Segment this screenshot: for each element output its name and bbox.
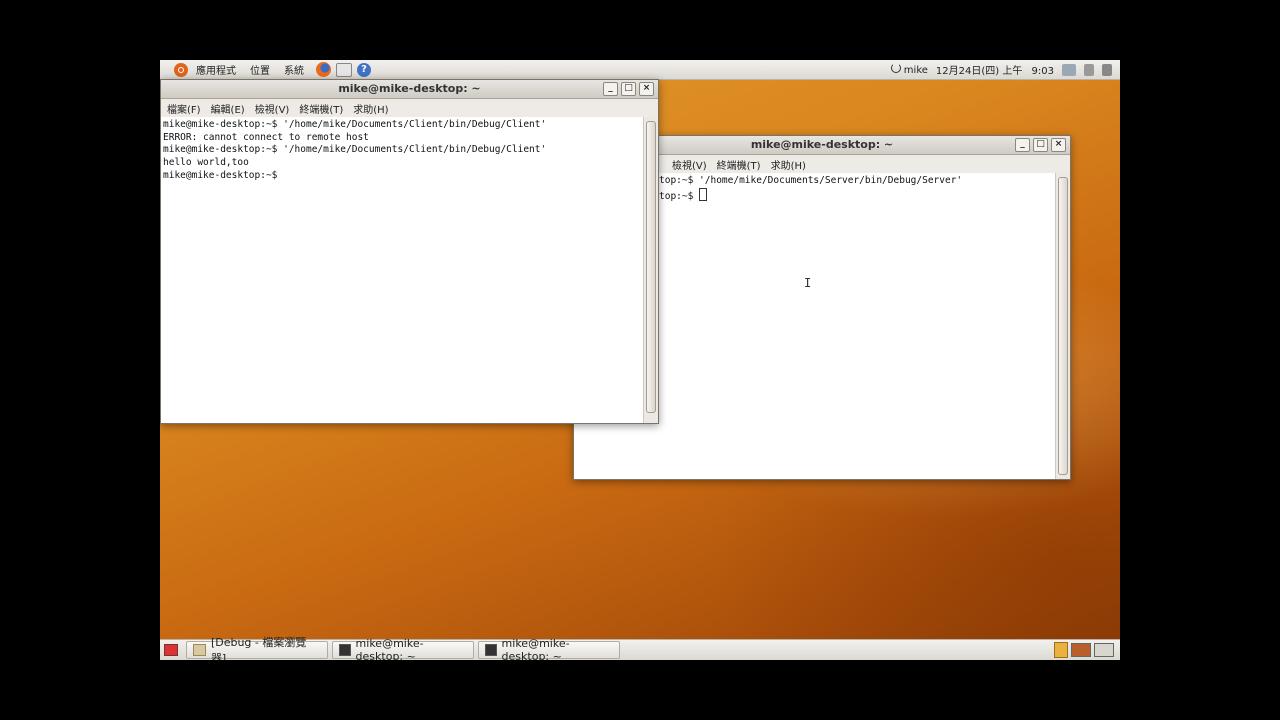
ubuntu-logo-icon[interactable] [174,62,188,77]
workspace-1[interactable] [1071,643,1091,657]
trash-icon[interactable] [1054,642,1068,658]
places-menu[interactable]: 位置 [244,62,276,77]
menu-file[interactable]: 檔案(F) [167,101,201,116]
clock[interactable]: 12月24日(四) 上午 9:03 [936,62,1054,77]
bottom-panel: [Debug - 檔案瀏覽器] mike@mike-desktop: ~ mik… [160,636,1120,660]
client-window-title: mike@mike-desktop: ~ [338,82,481,95]
help-icon[interactable]: ? [357,62,371,77]
server-scrollbar[interactable] [1055,173,1070,479]
folder-icon [193,644,206,656]
clock-time: 9:03 [1031,66,1054,77]
menu-help[interactable]: 求助(H) [771,157,806,172]
terminal-cursor [699,187,708,201]
menu-terminal[interactable]: 終端機(T) [299,101,343,116]
maximize-button[interactable]: □ [1033,138,1048,152]
terminal-line: mike@mike-desktop:~$ '/home/mike/Documen… [163,119,547,130]
terminal-icon [485,644,497,656]
desktop: 應用程式 位置 系統 ? mike 12月24日(四) 上午 9:03 mike… [160,60,1120,660]
terminal-line: mike@mike-desktop:~$ [163,169,278,181]
close-button[interactable]: × [1051,138,1066,152]
power-tray-icon[interactable] [1102,63,1112,76]
client-terminal-window[interactable]: mike@mike-desktop: ~ _ □ × 檔案(F) 編輯(E) 檢… [160,79,659,424]
terminal-line: ERROR: cannot connect to remote host [163,131,369,143]
menu-help[interactable]: 求助(H) [353,101,388,116]
power-icon [890,63,901,73]
menu-view[interactable]: 檢視(V) [255,101,290,116]
network-icon[interactable] [1062,63,1076,76]
close-button[interactable]: × [639,82,654,96]
terminal-line: hello world,too [163,157,249,169]
taskbar-item-file-browser[interactable]: [Debug - 檔案瀏覽器] [186,636,328,660]
scrollbar-thumb[interactable] [646,121,656,413]
applications-menu[interactable]: 應用程式 [190,62,242,77]
client-menubar: 檔案(F) 編輯(E) 檢視(V) 終端機(T) 求助(H) [161,99,658,118]
server-window-title: mike@mike-desktop: ~ [750,138,894,151]
text-cursor-ibeam: I [804,276,812,290]
menu-edit[interactable]: 編輯(E) [211,101,245,116]
maximize-button[interactable]: □ [621,82,636,96]
menu-view[interactable]: 檢視(V) [672,157,707,172]
system-menu[interactable]: 系統 [278,62,310,77]
top-panel: 應用程式 位置 系統 ? mike 12月24日(四) 上午 9:03 [160,60,1120,80]
username: mike [903,65,928,76]
terminal-line: top:~$ [659,190,700,202]
taskbar-item-terminal-1[interactable]: mike@mike-desktop: ~ [332,637,474,660]
client-window-titlebar[interactable]: mike@mike-desktop: ~ _ □ × [161,80,658,99]
volume-icon[interactable] [1084,63,1094,76]
terminal-prompt-line: top:~$ [659,187,1053,204]
terminal-line: top:~$ '/home/mike/Documents/Server/bin/… [659,175,963,186]
terminal-icon [339,644,351,656]
minimize-button[interactable]: _ [1015,138,1030,152]
mail-icon[interactable] [336,62,352,77]
taskbar-item-label: mike@mike-desktop: ~ [355,637,424,660]
taskbar-item-label: [Debug - 檔案瀏覽器] [210,636,307,660]
clock-date: 12月24日(四) 上午 [935,66,1023,77]
taskbar-item-label: mike@mike-desktop: ~ [501,637,570,660]
scrollbar-thumb[interactable] [1058,177,1068,475]
menu-terminal[interactable]: 終端機(T) [717,157,761,172]
client-terminal-output[interactable]: mike@mike-desktop:~$ '/home/mike/Documen… [161,117,643,423]
show-desktop-icon[interactable] [164,644,178,656]
minimize-button[interactable]: _ [603,82,618,96]
user-menu[interactable]: mike [890,63,928,76]
client-scrollbar[interactable] [643,117,658,423]
firefox-icon[interactable] [316,62,331,77]
workspace-2[interactable] [1094,643,1114,657]
terminal-line: mike@mike-desktop:~$ '/home/mike/Documen… [163,144,547,156]
taskbar-item-terminal-2[interactable]: mike@mike-desktop: ~ [478,637,620,660]
